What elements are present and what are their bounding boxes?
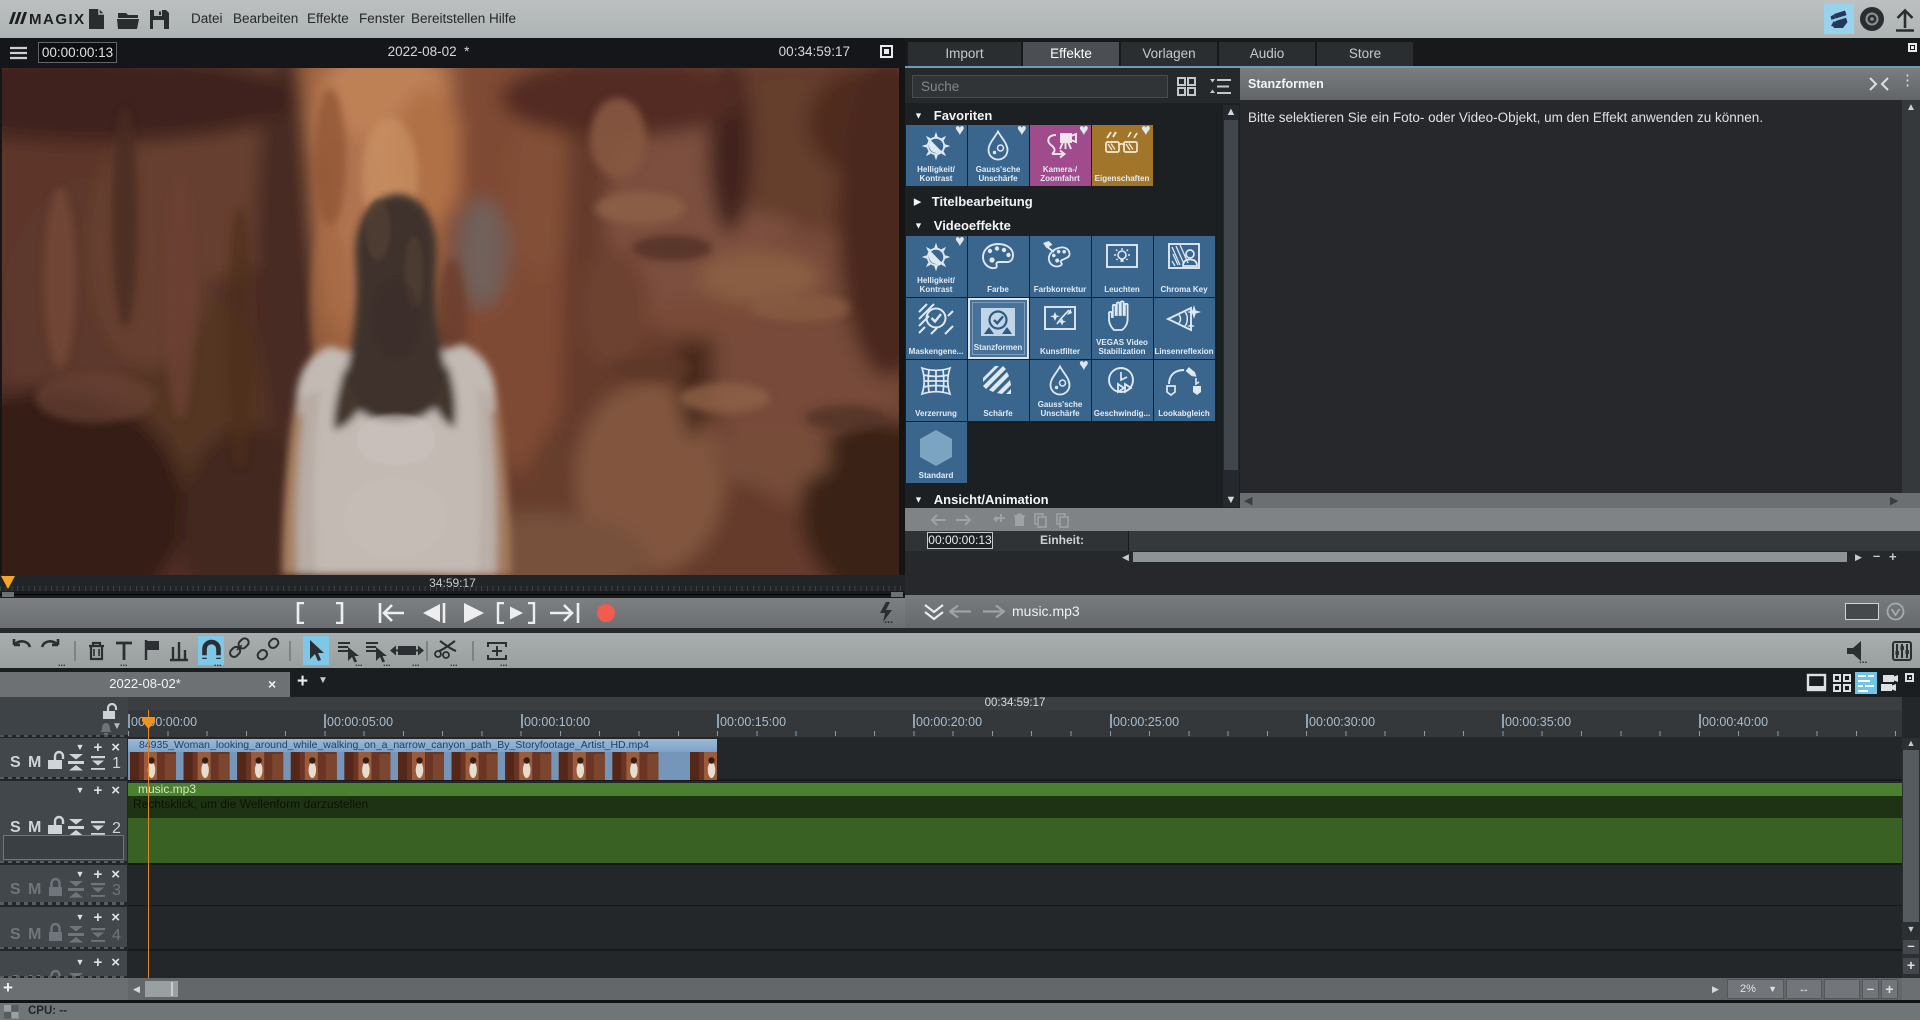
svg-text:4: 4 (112, 927, 121, 944)
svg-text:...: ... (450, 658, 458, 668)
svg-text:M: M (28, 926, 41, 943)
svg-text:S: S (10, 881, 21, 898)
svg-text:...: ... (412, 658, 420, 668)
svg-text:3: 3 (112, 882, 121, 899)
svg-text:...: ... (1859, 655, 1868, 664)
svg-text:...: ... (500, 658, 508, 668)
svg-text:S: S (10, 926, 21, 943)
svg-text:...: ... (214, 658, 222, 668)
svg-text:M: M (28, 819, 41, 836)
svg-text:M: M (28, 881, 41, 898)
svg-text:...: ... (120, 658, 128, 668)
svg-text:S: S (10, 819, 21, 836)
svg-text:M: M (28, 754, 41, 771)
svg-text:MAGIX: MAGIX (29, 11, 86, 28)
svg-text:S: S (10, 754, 21, 771)
svg-text:...: ... (355, 658, 363, 668)
svg-text:...: ... (58, 658, 66, 668)
svg-text:1: 1 (112, 755, 121, 772)
svg-text:...: ... (383, 658, 391, 668)
